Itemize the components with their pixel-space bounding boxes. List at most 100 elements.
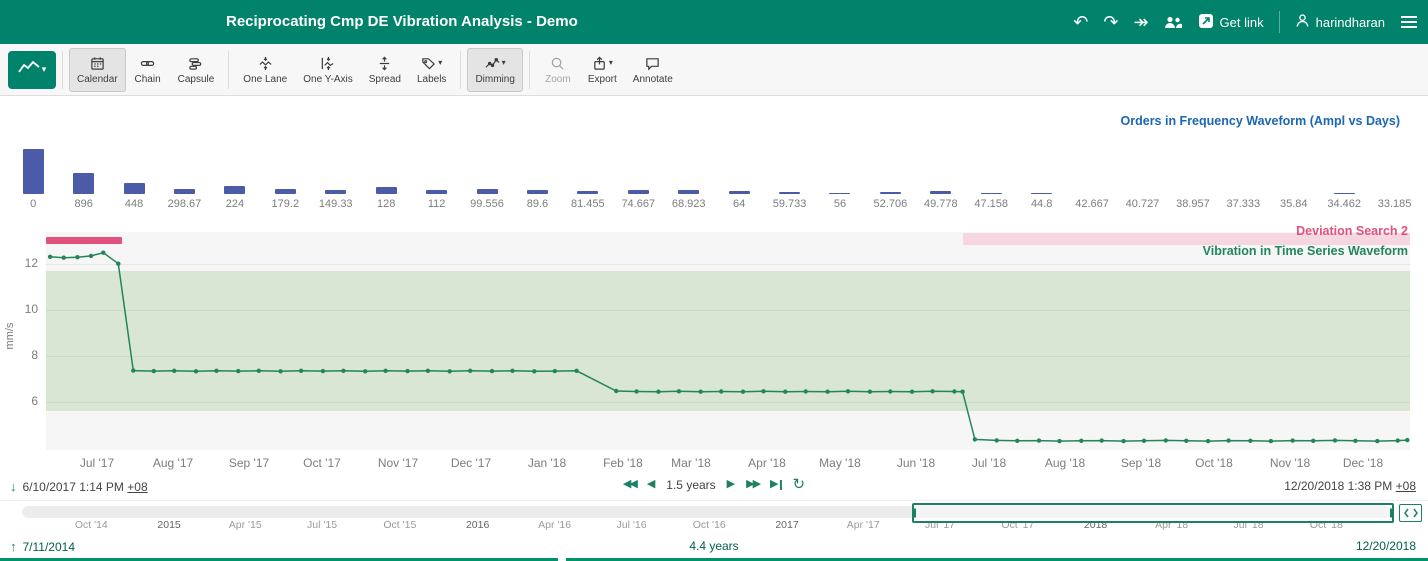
freq-bar[interactable] bbox=[174, 189, 195, 194]
freq-bar[interactable] bbox=[829, 193, 850, 194]
freq-tick-label: 38.957 bbox=[1176, 198, 1210, 212]
get-link-button[interactable]: Get link bbox=[1198, 13, 1264, 32]
freq-bar[interactable] bbox=[23, 149, 44, 194]
scrollbar-selection[interactable] bbox=[912, 503, 1394, 523]
full-range-start[interactable]: 7/11/2014 bbox=[23, 540, 76, 554]
toolbar-chain-button[interactable]: Chain bbox=[126, 48, 170, 92]
freq-bar[interactable] bbox=[779, 192, 800, 194]
freq-bar[interactable] bbox=[73, 173, 94, 194]
freq-category: 52.706 bbox=[865, 192, 915, 212]
step-back-full-icon[interactable]: ◀◀ bbox=[623, 479, 636, 490]
timeline-tick-label: Oct '15 bbox=[383, 519, 416, 531]
toolbar-one-y-axis-button[interactable]: One Y-Axis bbox=[295, 48, 360, 92]
freq-bar[interactable] bbox=[577, 191, 598, 194]
toolbar-dimming-button[interactable]: ▾Dimming bbox=[467, 48, 522, 92]
x-tick-label: Jan '18 bbox=[528, 456, 566, 470]
freq-bar[interactable] bbox=[527, 190, 548, 194]
freq-category: 49.778 bbox=[916, 191, 966, 212]
toolbar-separator bbox=[460, 51, 461, 89]
y-tick-label: 12 bbox=[0, 256, 38, 270]
trend-view-dropdown[interactable]: ▾ bbox=[8, 51, 56, 89]
y-tick-label: 8 bbox=[0, 348, 38, 362]
full-range-end[interactable]: 12/20/2018 bbox=[1356, 539, 1416, 553]
freq-bar[interactable] bbox=[1031, 193, 1052, 194]
step-forward-full-icon[interactable]: ▶▶ bbox=[746, 479, 759, 490]
user-profile-button[interactable]: harindharan bbox=[1295, 13, 1385, 31]
freq-category: 59.733 bbox=[764, 192, 814, 212]
trend-plot-area[interactable] bbox=[46, 232, 1410, 450]
freq-tick-label: 298.67 bbox=[168, 198, 202, 212]
username: harindharan bbox=[1316, 15, 1385, 30]
freq-tick-label: 35.84 bbox=[1280, 198, 1308, 212]
toolbar: ▾ Calendar Chain Capsule One LaneOne Y-Axis… bbox=[0, 44, 1428, 96]
freq-bar[interactable] bbox=[981, 193, 1002, 194]
freq-bar[interactable] bbox=[628, 190, 649, 194]
freq-bar[interactable] bbox=[1334, 193, 1355, 194]
step-back-half-icon[interactable]: ◀ bbox=[647, 479, 655, 490]
freq-bar[interactable] bbox=[124, 183, 145, 194]
freq-category: 40.727 bbox=[1117, 194, 1167, 212]
range-duration[interactable]: 1.5 years bbox=[666, 478, 715, 492]
toolbar-annotate-button[interactable]: Annotate bbox=[625, 48, 681, 92]
trend-chart: mm/s Deviation Search 2 Vibration in Tim… bbox=[0, 218, 1428, 473]
trend-legend: Deviation Search 2 Vibration in Time Ser… bbox=[1203, 221, 1408, 261]
toolbar-one-lane-button[interactable]: One Lane bbox=[235, 48, 295, 92]
freq-tick-label: 37.333 bbox=[1227, 198, 1261, 212]
freq-bar[interactable] bbox=[275, 189, 296, 194]
range-start-timezone[interactable]: +08 bbox=[127, 480, 147, 494]
freq-bar[interactable] bbox=[678, 190, 699, 194]
range-end-text: 12/20/2018 1:38 PM bbox=[1284, 479, 1392, 493]
get-link-icon bbox=[1198, 13, 1214, 32]
access-users-icon[interactable] bbox=[1164, 15, 1183, 30]
chevron-down-icon: ▾ bbox=[609, 59, 613, 67]
toolbar-calendar-button[interactable]: Calendar bbox=[69, 48, 126, 92]
range-start[interactable]: 6/10/2017 1:14 PM +08 bbox=[23, 480, 148, 494]
toolbar-button-label: Chain bbox=[135, 74, 161, 85]
frequency-chart: Orders in Frequency Waveform (Ampl vs Da… bbox=[0, 96, 1428, 218]
freq-tick-label: 52.706 bbox=[874, 198, 908, 212]
freq-bar[interactable] bbox=[729, 191, 750, 194]
step-to-end-icon[interactable]: ▶ bbox=[770, 479, 781, 490]
vibration-series bbox=[46, 232, 1410, 450]
toolbar-capsule-button[interactable]: Capsule bbox=[170, 48, 223, 92]
freq-bar[interactable] bbox=[426, 190, 447, 194]
freq-category: 448 bbox=[109, 183, 159, 212]
freq-bar[interactable] bbox=[325, 190, 346, 194]
hamburger-menu-icon[interactable] bbox=[1400, 15, 1418, 29]
toolbar-spread-button[interactable]: Spread bbox=[361, 48, 409, 92]
range-start-arrow-icon[interactable]: ↓ bbox=[10, 479, 17, 494]
freq-tick-label: 112 bbox=[428, 198, 446, 212]
full-range-start-arrow-icon[interactable]: ↑ bbox=[10, 539, 17, 554]
toolbar-button-label: Annotate bbox=[633, 74, 673, 85]
freq-bar[interactable] bbox=[224, 186, 245, 194]
freq-bar[interactable] bbox=[477, 189, 498, 194]
toolbar-labels-button[interactable]: ▾Labels bbox=[409, 48, 454, 92]
freq-bar[interactable] bbox=[880, 192, 901, 194]
annotate-icon bbox=[645, 55, 660, 72]
step-forward-half-icon[interactable]: ▶ bbox=[727, 479, 735, 490]
chevron-down-icon: ▾ bbox=[502, 59, 506, 67]
toolbar-separator bbox=[228, 51, 229, 89]
freq-tick-label: 40.727 bbox=[1126, 198, 1160, 212]
toolbar-export-button[interactable]: ▾Export bbox=[580, 48, 625, 92]
legend-vibration-signal[interactable]: Vibration in Time Series Waveform bbox=[1203, 241, 1408, 261]
x-tick-label: Aug '18 bbox=[1045, 456, 1085, 470]
x-tick-label: Apr '18 bbox=[748, 456, 786, 470]
undo-icon[interactable]: ↶ bbox=[1073, 13, 1088, 31]
freq-category: 42.667 bbox=[1067, 194, 1117, 212]
toolbar-button-label: Capsule bbox=[178, 74, 215, 85]
expand-range-button[interactable] bbox=[1399, 504, 1422, 522]
refresh-icon[interactable]: ↻ bbox=[793, 477, 806, 492]
freq-category: 56 bbox=[815, 193, 865, 212]
freq-bar[interactable] bbox=[376, 187, 397, 194]
display-range-bar: ↓ 6/10/2017 1:14 PM +08 ◀◀ ◀ 1.5 years ▶… bbox=[0, 473, 1428, 500]
legend-deviation-search[interactable]: Deviation Search 2 bbox=[1203, 221, 1408, 241]
forward-all-icon[interactable]: ↠ bbox=[1133, 13, 1148, 31]
range-end-timezone[interactable]: +08 bbox=[1396, 479, 1416, 493]
range-end[interactable]: 12/20/2018 1:38 PM +08 bbox=[1284, 479, 1416, 493]
redo-icon[interactable]: ↷ bbox=[1103, 13, 1118, 31]
freq-bar[interactable] bbox=[930, 191, 951, 194]
x-tick-label: Jul '18 bbox=[972, 456, 1006, 470]
x-tick-label: Mar '18 bbox=[671, 456, 711, 470]
frequency-chart-title[interactable]: Orders in Frequency Waveform (Ampl vs Da… bbox=[1121, 114, 1400, 128]
